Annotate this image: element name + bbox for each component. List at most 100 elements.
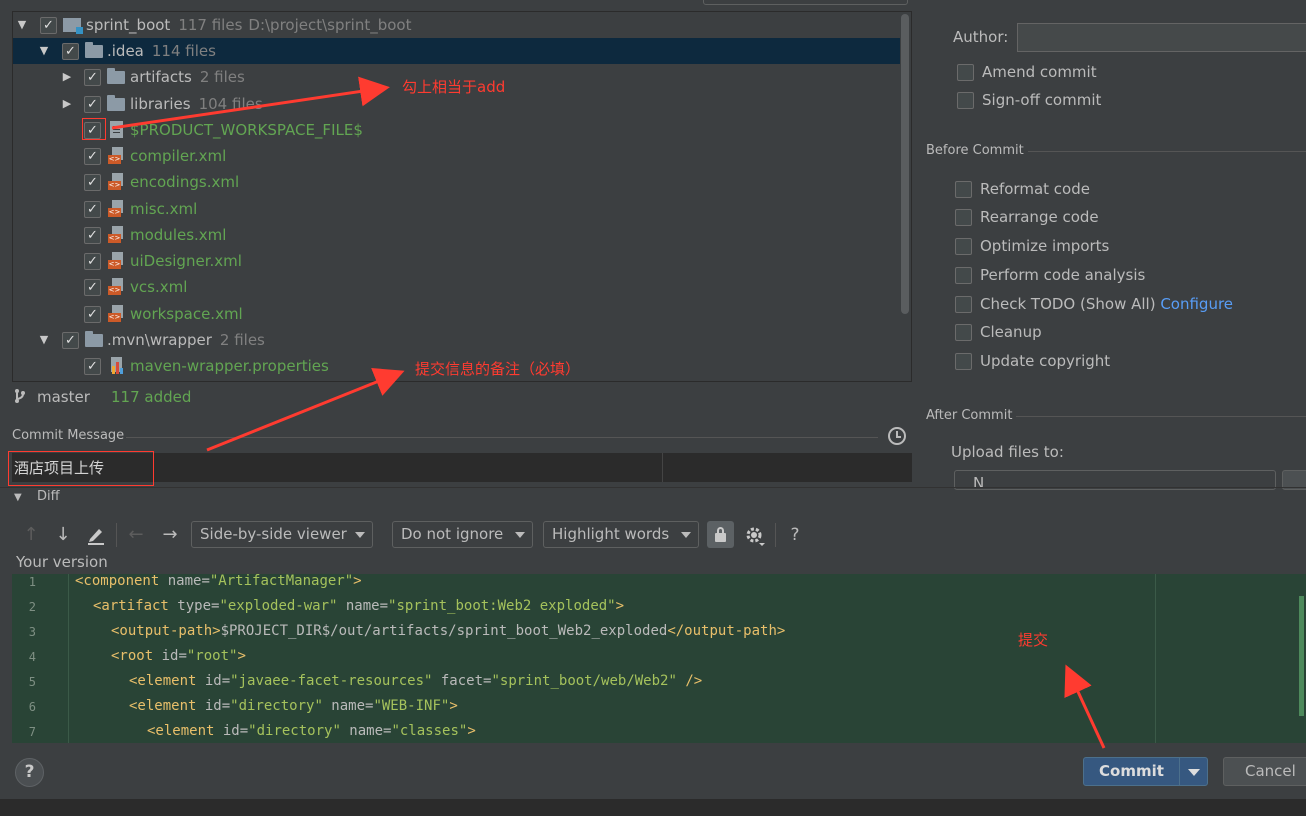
line-number: 4 xyxy=(28,650,36,664)
commit-button[interactable]: Commit xyxy=(1083,757,1180,786)
next-difference-icon[interactable]: ↓ xyxy=(53,522,73,548)
checkbox[interactable]: ✓ xyxy=(62,332,79,349)
checkbox[interactable]: ✓ xyxy=(84,69,101,86)
checkbox[interactable]: ✓ xyxy=(40,17,57,34)
cleanup-checkbox[interactable] xyxy=(955,324,972,341)
tree-row-file[interactable]: ✓ <> encodings.xml xyxy=(13,169,900,195)
tree-row-project[interactable]: ▼ ✓ sprint_boot 117 files D:\project\sprin… xyxy=(13,12,900,38)
analysis-checkbox[interactable] xyxy=(955,267,972,284)
forward-icon[interactable]: → xyxy=(160,522,180,548)
expand-arrow-icon[interactable]: ▼ xyxy=(15,12,29,38)
author-input[interactable] xyxy=(1017,23,1306,52)
tree-row-file[interactable]: ✓ <> modules.xml xyxy=(13,222,900,248)
dropdown-caret-icon xyxy=(681,532,691,538)
back-icon[interactable]: ← xyxy=(126,522,146,548)
branch-name[interactable]: master xyxy=(37,386,90,408)
expand-arrow-icon[interactable]: ▼ xyxy=(37,327,51,353)
expand-arrow-icon[interactable]: ▼ xyxy=(37,38,51,64)
highlight-value: Highlight words xyxy=(552,525,670,543)
tree-row-file[interactable]: ✓ <> uiDesigner.xml xyxy=(13,248,900,274)
tree-row-mvn-wrapper[interactable]: ▼ ✓ .mvn\wrapper 2 files xyxy=(13,327,900,353)
folder-icon xyxy=(85,331,103,347)
tree-label: $PRODUCT_WORKSPACE_FILE$ xyxy=(130,121,363,139)
line-number: 6 xyxy=(28,700,36,714)
tree-row-workspace-file[interactable]: ✓ $PRODUCT_WORKSPACE_FILE$ xyxy=(13,117,900,143)
copyright-label[interactable]: Update copyright xyxy=(980,352,1110,370)
tree-label: maven-wrapper.properties xyxy=(130,357,329,375)
commit-options-dropdown[interactable] xyxy=(1179,757,1208,786)
tree-row-file[interactable]: ✓ <> misc.xml xyxy=(13,196,900,222)
line-number: 2 xyxy=(28,600,36,614)
checkbox[interactable]: ✓ xyxy=(84,201,101,218)
checkbox[interactable]: ✓ xyxy=(84,306,101,323)
checkbox[interactable]: ✓ xyxy=(84,227,101,244)
viewer-select[interactable]: Side-by-side viewer xyxy=(191,521,373,548)
xml-file-icon: <> xyxy=(108,200,124,218)
checkbox[interactable]: ✓ xyxy=(84,253,101,270)
todo-label[interactable]: Check TODO (Show All) xyxy=(980,295,1156,313)
xml-file-icon: <> xyxy=(108,147,124,165)
edit-source-icon[interactable] xyxy=(87,525,105,545)
gear-icon[interactable] xyxy=(744,525,766,547)
checkbox[interactable]: ✓ xyxy=(62,43,79,60)
cleanup-label[interactable]: Cleanup xyxy=(980,323,1042,341)
divider xyxy=(662,453,663,482)
line-number: 3 xyxy=(28,625,36,639)
reformat-label[interactable]: Reformat code xyxy=(980,180,1090,198)
checkbox[interactable]: ✓ xyxy=(84,148,101,165)
changelist-combo[interactable] xyxy=(703,0,908,5)
after-commit-heading: After Commit xyxy=(926,408,1013,423)
analysis-label[interactable]: Perform code analysis xyxy=(980,266,1145,284)
checkbox[interactable]: ✓ xyxy=(84,96,101,113)
checkbox[interactable]: ✓ xyxy=(84,174,101,191)
annotation-submit: 提交 xyxy=(1018,631,1049,649)
tree-label: modules.xml xyxy=(130,226,227,244)
highlight-select[interactable]: Highlight words xyxy=(543,521,699,548)
checkbox[interactable]: ✓ xyxy=(84,358,101,375)
signoff-label[interactable]: Sign-off commit xyxy=(982,91,1101,109)
code-line: <output-path>$PROJECT_DIR$/out/artifacts… xyxy=(111,623,786,639)
text-file-icon xyxy=(110,121,123,138)
separator xyxy=(116,523,117,547)
your-version-label: Your version xyxy=(16,553,108,571)
checkbox[interactable]: ✓ xyxy=(84,279,101,296)
tree-row-file[interactable]: ✓ <> compiler.xml xyxy=(13,143,900,169)
project-folder-icon xyxy=(63,18,83,34)
xml-file-icon: <> xyxy=(108,252,124,270)
signoff-checkbox[interactable] xyxy=(957,92,974,109)
rearrange-label[interactable]: Rearrange code xyxy=(980,208,1099,226)
collapse-diff-icon[interactable]: ▼ xyxy=(14,492,22,503)
help-icon[interactable]: ? xyxy=(786,522,804,548)
copyright-checkbox[interactable] xyxy=(955,353,972,370)
tree-row-file[interactable]: ✓ <> vcs.xml xyxy=(13,274,900,300)
tree-row-file[interactable]: ✓ <> workspace.xml xyxy=(13,301,900,327)
help-button[interactable]: ? xyxy=(15,758,44,787)
reformat-checkbox[interactable] xyxy=(955,181,972,198)
optimize-checkbox[interactable] xyxy=(955,238,972,255)
history-icon[interactable] xyxy=(888,427,906,445)
collapse-arrow-icon[interactable]: ▶ xyxy=(60,91,74,117)
lock-icon[interactable] xyxy=(707,521,734,548)
todo-checkbox[interactable] xyxy=(955,296,972,313)
configure-link[interactable]: Configure xyxy=(1160,295,1233,313)
collapse-arrow-icon[interactable]: ▶ xyxy=(60,64,74,90)
previous-difference-icon[interactable]: ↑ xyxy=(21,522,41,548)
tree-row-idea[interactable]: ▼ ✓ .idea 114 files xyxy=(13,38,900,64)
cancel-button[interactable]: Cancel xyxy=(1223,757,1306,786)
amend-label[interactable]: Amend commit xyxy=(982,63,1097,81)
amend-checkbox[interactable] xyxy=(957,64,974,81)
xml-file-icon: <> xyxy=(108,173,124,191)
diff-editor[interactable]: 1 2 3 4 5 6 7 <component name="ArtifactM… xyxy=(12,574,1306,743)
diff-scrollbar[interactable] xyxy=(1299,596,1304,716)
rearrange-checkbox[interactable] xyxy=(955,209,972,226)
line-number: 5 xyxy=(28,675,36,689)
tree-scrollbar[interactable] xyxy=(901,14,909,314)
tree-label: uiDesigner.xml xyxy=(130,252,242,270)
tree-label: libraries xyxy=(130,95,191,113)
diff-label[interactable]: Diff xyxy=(37,489,60,504)
tree-label: .mvn\wrapper xyxy=(107,331,212,349)
xml-file-icon: <> xyxy=(108,226,124,244)
viewer-value: Side-by-side viewer xyxy=(200,525,347,543)
ignore-select[interactable]: Do not ignore xyxy=(392,521,533,548)
optimize-label[interactable]: Optimize imports xyxy=(980,237,1109,255)
